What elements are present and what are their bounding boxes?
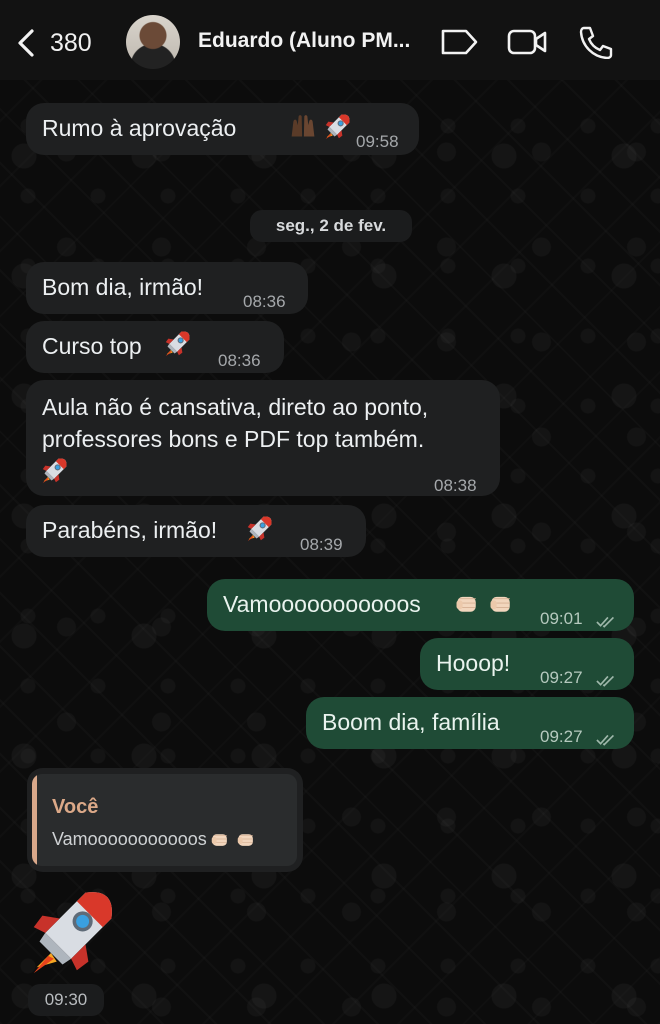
rocket-emoji-icon (41, 456, 69, 484)
message-text: Boom dia, família (322, 709, 500, 735)
message-text: Vamooooooooooos (223, 591, 421, 617)
read-receipt-icon (596, 665, 618, 679)
message-bubble-incoming[interactable]: Parabéns, irmão! 08:39 (26, 505, 366, 557)
message-time: 09:58 (356, 132, 399, 151)
label-button[interactable] (439, 25, 479, 59)
rocket-emoji-icon (246, 514, 274, 542)
chevron-left-icon (18, 29, 34, 57)
message-text-line-2: professores bons e PDF top também. (42, 426, 425, 452)
chat-header: 380 Eduardo (Aluno PM... (0, 0, 660, 80)
read-receipt-icon (596, 606, 618, 620)
date-divider: seg., 2 de fev. (250, 210, 412, 242)
message-time: 08:38 (434, 476, 477, 495)
message-time: 08:36 (218, 351, 261, 370)
phone-icon (579, 26, 613, 60)
read-receipt-icon (596, 724, 618, 738)
message-time: 08:36 (243, 292, 286, 311)
tag-icon (441, 29, 478, 55)
fist-bump-emoji-icon (209, 828, 231, 850)
message-text: Bom dia, irmão! (42, 274, 204, 300)
message-bubble-outgoing[interactable]: Vamooooooooooos 09:01 (207, 579, 634, 631)
message-text: Rumo à aprovação (42, 115, 237, 141)
quoted-author: Você (52, 796, 99, 818)
message-time: 09:30 (28, 984, 104, 1016)
rocket-emoji-icon (324, 112, 352, 140)
contact-name[interactable]: Eduardo (Aluno PM... (198, 29, 428, 53)
raised-hands-emoji-icon (288, 112, 318, 140)
fist-bump-emoji-icon (235, 828, 257, 850)
message-bubble-incoming[interactable]: Bom dia, irmão! 08:36 (26, 262, 308, 314)
message-bubble-incoming[interactable]: Rumo à aprovação 09:58 (26, 103, 419, 155)
voice-call-button[interactable] (576, 25, 616, 60)
video-call-button[interactable] (507, 25, 547, 59)
message-bubble-outgoing[interactable]: Boom dia, família 09:27 (306, 697, 634, 749)
back-button[interactable]: 380 (16, 26, 106, 60)
message-bubble-outgoing[interactable]: Hooop! 09:27 (420, 638, 634, 690)
quoted-message[interactable]: Você Vamooooooooooos (32, 774, 297, 866)
quoted-text-content: Vamooooooooooos (52, 828, 207, 849)
message-time: 09:27 (540, 668, 583, 687)
quote-accent-bar (32, 774, 37, 866)
reply-message-bubble[interactable]: Você Vamooooooooooos (27, 768, 303, 872)
video-camera-icon (507, 29, 547, 55)
fist-bump-emoji-icon (453, 589, 481, 617)
quoted-text: Vamooooooooooos (52, 828, 257, 850)
unread-count: 380 (50, 28, 92, 57)
message-time: 09:27 (540, 727, 583, 746)
message-text: Parabéns, irmão! (42, 517, 218, 543)
message-bubble-incoming[interactable]: Curso top 08:36 (26, 321, 284, 373)
message-text: Hooop! (436, 650, 511, 676)
message-text: Curso top (42, 333, 142, 359)
message-time: 09:01 (540, 609, 583, 628)
contact-avatar[interactable] (126, 15, 180, 69)
rocket-emoji-icon (164, 329, 192, 357)
message-text-line-1: Aula não é cansativa, direto ao ponto, (42, 394, 429, 420)
rocket-emoji-icon[interactable] (28, 884, 120, 976)
message-bubble-incoming[interactable]: Aula não é cansativa, direto ao ponto, p… (26, 380, 500, 496)
message-time: 08:39 (300, 535, 343, 554)
fist-bump-emoji-icon (487, 589, 515, 617)
